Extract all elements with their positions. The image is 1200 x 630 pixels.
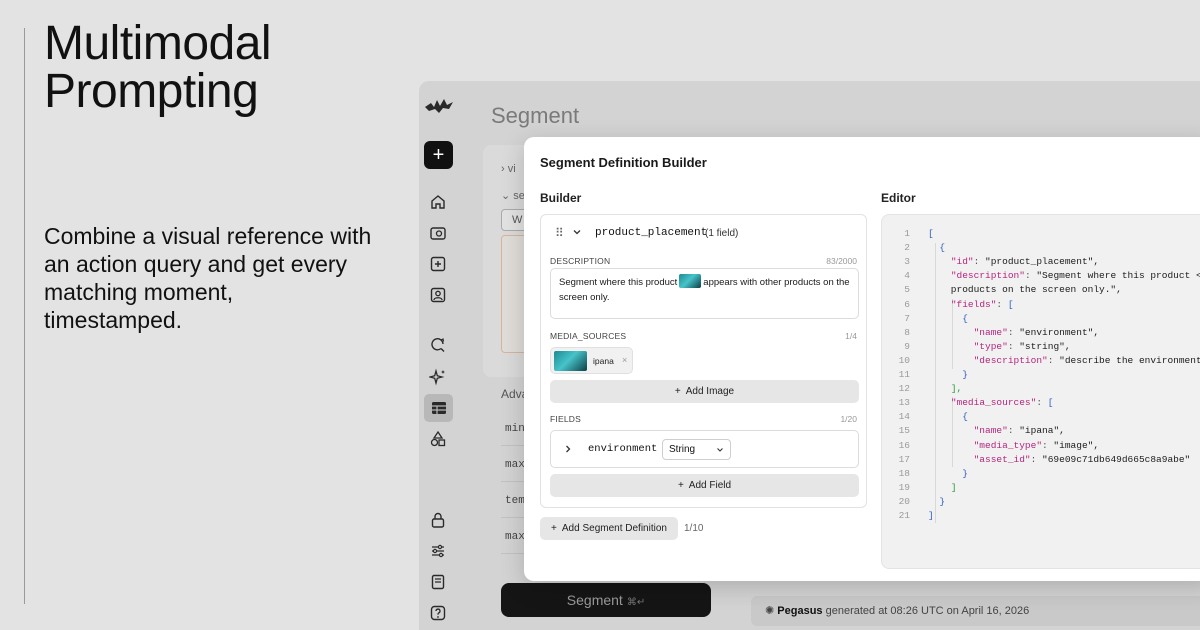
segment-definition-count: 1/10 (684, 523, 704, 534)
code-line: 9 "type": "string", (904, 340, 1071, 352)
book-icon[interactable] (429, 573, 447, 591)
upload-icon[interactable] (429, 255, 447, 273)
modal-title: Segment Definition Builder (540, 155, 707, 170)
description-count: 83/2000 (826, 256, 857, 266)
code-line: 14 { (898, 411, 968, 423)
pegasus-icon: ✺ (765, 605, 775, 617)
chevron-down-icon[interactable] (571, 226, 583, 238)
code-line: 17 "asset_id": "69e09c71db649d665c8a9abe… (898, 453, 1191, 465)
code-line: 10 "description": "describe the environm… (898, 354, 1200, 366)
code-line: 12 ], (898, 383, 963, 395)
add-segment-definition-button[interactable]: + Add Segment Definition (540, 517, 678, 540)
new-button[interactable]: + (424, 141, 453, 169)
plus-icon: + (677, 480, 684, 491)
hero-title-line-1: Multimodal (44, 17, 272, 70)
background-row-1[interactable]: › vi (501, 163, 516, 175)
code-line: 16 "media_type": "image", (898, 439, 1100, 451)
plus-icon: + (674, 386, 681, 397)
code-line: 1[ (904, 228, 934, 239)
search-refresh-icon[interactable] (429, 336, 447, 354)
media-sources-label: MEDIA_SOURCES (550, 331, 627, 341)
segment-shortcut: ⌘↵ (626, 597, 646, 608)
help-icon[interactable] (429, 604, 447, 622)
sliders-icon[interactable] (429, 542, 447, 560)
product-thumbnail-icon (679, 274, 702, 289)
brand-logo-icon (425, 99, 453, 113)
code-line: 3 "id": "product_placement", (904, 256, 1100, 268)
description-label: DESCRIPTION (550, 256, 611, 266)
lock-icon[interactable] (429, 511, 447, 529)
segment-name[interactable]: product_placement (595, 227, 707, 239)
code-line: 7 { (904, 312, 968, 324)
media-thumbnail-icon (554, 351, 587, 371)
media-chip[interactable]: ipana × (550, 347, 633, 374)
description-input[interactable]: Segment where this product appears with o… (550, 268, 859, 319)
segment-definition-modal: Segment Definition Builder Builder Edito… (524, 137, 1200, 581)
code-line: 15 "name": "ipana", (898, 425, 1065, 437)
code-line: 5 products on the screen only.", (904, 284, 1122, 296)
hero-title: Multimodal Prompting (44, 17, 272, 118)
shapes-icon[interactable] (429, 430, 447, 448)
hero-subtitle: Combine a visual reference with an actio… (44, 223, 372, 333)
json-editor[interactable]: 1[ 2 { 3 "id": "product_placement", 4 "desc… (881, 214, 1200, 569)
add-field-button[interactable]: + Add Field (550, 474, 859, 497)
code-line: 20 } (898, 495, 946, 507)
code-line: 11 } (898, 369, 968, 380)
status-brand: Pegasus (777, 605, 823, 617)
media-sources-count: 1/4 (845, 331, 857, 341)
segment-button[interactable]: Segment ⌘↵ (501, 583, 711, 617)
chevron-right-icon[interactable] (563, 444, 573, 454)
field-row: environment String (550, 430, 859, 468)
sparkle-icon[interactable] (429, 368, 447, 386)
code-line: 8 "name": "environment", (904, 326, 1100, 338)
segment-table-icon[interactable] (424, 394, 453, 422)
drag-handle-icon[interactable]: ⠿ (555, 226, 564, 240)
code-line: 6 "fields": [ (904, 298, 1014, 310)
code-line: 18 } (898, 467, 968, 479)
background-page-heading: Segment (491, 103, 580, 128)
media-name: ipana (593, 356, 614, 366)
code-line: 13 "media_sources": [ (898, 397, 1054, 409)
status-text: generated at 08:26 UTC on April 16, 2026 (825, 605, 1030, 617)
status-bar: ✺ Pegasus generated at 08:26 UTC on Apri… (751, 596, 1200, 626)
segment-card: ⠿ product_placement (1 field) DESCRIPTIO… (540, 214, 867, 508)
background-row-2[interactable]: ⌄ se (501, 189, 525, 202)
field-type-select[interactable]: String (662, 439, 731, 460)
left-divider (24, 28, 25, 604)
fields-label: FIELDS (550, 414, 581, 424)
fields-count: 1/20 (840, 414, 857, 424)
segment-field-count: (1 field) (705, 228, 739, 239)
code-line: 19 ] (898, 481, 957, 493)
builder-label: Builder (540, 191, 582, 205)
chevron-down-icon (717, 448, 723, 452)
editor-label: Editor (881, 191, 916, 205)
icon-rail: + (419, 81, 459, 630)
hero-title-line-2: Prompting (44, 65, 259, 118)
code-line: 21] (898, 510, 934, 521)
code-line: 2 { (904, 242, 946, 254)
field-name[interactable]: environment (588, 443, 657, 455)
video-library-icon[interactable] (429, 224, 447, 242)
home-icon[interactable] (429, 193, 447, 211)
close-icon[interactable]: × (622, 355, 627, 365)
user-id-icon[interactable] (429, 286, 447, 304)
code-line: 4 "description": "Segment where this pro… (904, 270, 1200, 282)
plus-icon: + (551, 523, 557, 534)
add-image-button[interactable]: + Add Image (550, 380, 859, 403)
